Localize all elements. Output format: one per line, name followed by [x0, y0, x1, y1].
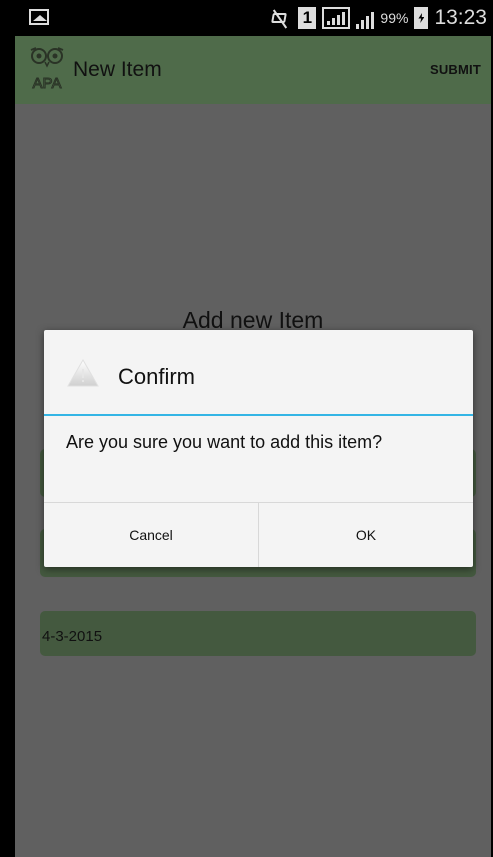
mute-icon [270, 9, 292, 27]
battery-percent: 99% [380, 10, 409, 26]
date-field[interactable]: 4-3-2015 [40, 611, 476, 656]
status-bar: 1 99% 13:23 [15, 0, 491, 36]
confirm-dialog: Confirm Are you sure you want to add thi… [44, 330, 473, 567]
image-notification-icon [29, 9, 49, 25]
signal-strength-icon [322, 7, 351, 29]
battery-charging-icon [414, 7, 429, 29]
dialog-title: Confirm [118, 364, 196, 389]
clock: 13:23 [434, 6, 487, 29]
app-logo-owl-icon[interactable]: APA [28, 47, 66, 91]
signal-strength-2-icon [356, 7, 375, 29]
phone-screen: 1 99% 13:23 APA New Item SUBMIT Add new … [0, 0, 493, 857]
submit-button[interactable]: SUBMIT [430, 62, 481, 77]
app-logo-text: APA [33, 75, 62, 91]
dialog-message: Are you sure you want to add this item? [66, 432, 383, 452]
dialog-title-divider [44, 414, 473, 416]
action-bar: APA New Item SUBMIT [15, 36, 491, 104]
cancel-button[interactable]: Cancel [44, 503, 258, 567]
sim-slot-icon: 1 [298, 7, 317, 29]
ok-button[interactable]: OK [259, 503, 473, 567]
warning-icon [67, 358, 99, 387]
page-title: New Item [73, 58, 162, 81]
status-icons: 1 99% 13:23 [270, 4, 487, 32]
